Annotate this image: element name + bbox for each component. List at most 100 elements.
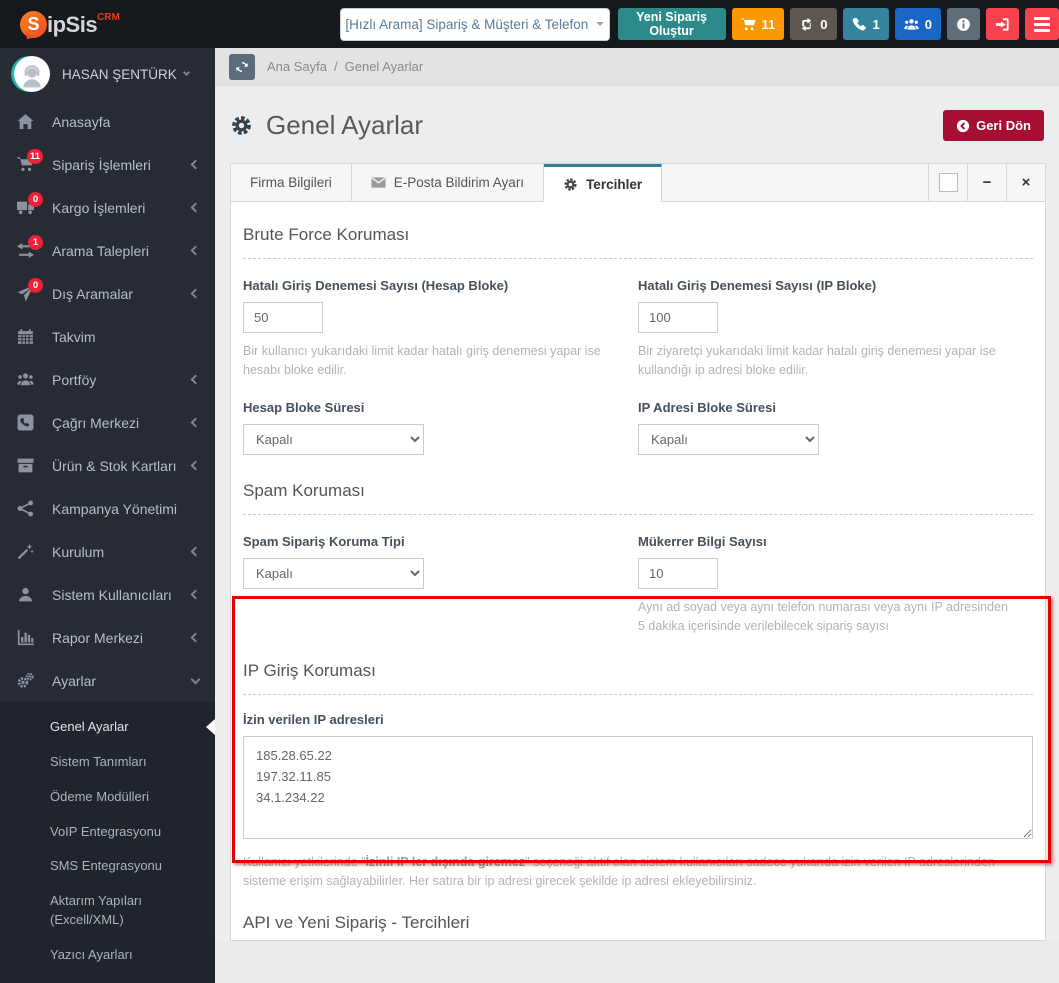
caret-down-icon bbox=[596, 22, 605, 30]
field-label: Mükerrer Bilgi Sayısı bbox=[638, 533, 767, 549]
tab-firma-bilgileri[interactable]: Firma Bilgileri bbox=[231, 164, 352, 201]
repeat-counter-button[interactable]: 0 bbox=[790, 8, 837, 40]
collapse-button[interactable]: − bbox=[967, 164, 1006, 201]
izin-verilen-ip-textarea[interactable]: 185.28.65.22 197.32.11.85 34.1.234.22 bbox=[243, 735, 1033, 839]
truck-icon: 0 bbox=[17, 191, 43, 217]
archive-icon bbox=[17, 457, 39, 475]
divider bbox=[243, 258, 1033, 259]
chevron-left-icon bbox=[190, 245, 201, 256]
spam-koruma-tipi-select[interactable]: Kapalı bbox=[243, 557, 424, 589]
tab-tercihler[interactable]: Tercihler bbox=[544, 164, 663, 202]
phone-count: 1 bbox=[872, 16, 880, 32]
breadcrumb-bar: Ana Sayfa / Genel Ayarlar bbox=[215, 48, 1059, 86]
agent-avatar-icon bbox=[19, 63, 45, 89]
main-content: Ana Sayfa / Genel Ayarlar Genel Ayarlar … bbox=[215, 48, 1059, 941]
settings-card: Firma Bilgileri E-Posta Bildirim Ayarı T… bbox=[230, 163, 1046, 941]
breadcrumb-home[interactable]: Ana Sayfa bbox=[267, 59, 327, 74]
sidebar-item-portfoy[interactable]: Portföy bbox=[0, 358, 215, 401]
sidebar: HASAN ŞENTÜRK Anasayfa 11 Sipariş İşleml… bbox=[0, 48, 215, 983]
cart-count: 11 bbox=[761, 16, 776, 32]
magic-wand-icon bbox=[17, 543, 39, 561]
envelope-icon bbox=[371, 175, 386, 190]
bar-chart-icon bbox=[17, 629, 39, 647]
sidebar-item-rapor-merkezi[interactable]: Rapor Merkezi bbox=[0, 616, 215, 659]
ip-bloke-suresi-select[interactable]: Kapalı bbox=[638, 423, 819, 455]
phone-square-icon bbox=[17, 414, 39, 432]
submenu-item-sistem-tanimlari[interactable]: Sistem Tanımları bbox=[0, 745, 215, 780]
app-logo[interactable]: S ipSis CRM bbox=[0, 10, 203, 38]
user-menu[interactable]: HASAN ŞENTÜRK bbox=[0, 48, 215, 100]
divider bbox=[243, 693, 1033, 695]
close-icon: × bbox=[1021, 174, 1031, 191]
field-label: Hatalı Giriş Denemesi Sayısı (Hesap Blok… bbox=[243, 278, 509, 293]
sidebar-item-takvim[interactable]: Takvim bbox=[0, 315, 215, 358]
logout-button[interactable] bbox=[986, 8, 1019, 40]
field-label: Hatalı Giriş Denemesi Sayısı (IP Bloke) bbox=[638, 278, 877, 293]
sidebar-menu: Anasayfa 11 Sipariş İşlemleri 0 Kargo İş… bbox=[0, 100, 215, 702]
field-label: Spam Sipariş Koruma Tipi bbox=[243, 533, 405, 549]
sidebar-item-cagri-merkezi[interactable]: Çağrı Merkezi bbox=[0, 401, 215, 444]
users-counter-button[interactable]: 0 bbox=[894, 8, 941, 40]
users-icon bbox=[904, 17, 919, 32]
avatar bbox=[14, 56, 50, 92]
sign-out-icon bbox=[995, 17, 1010, 32]
info-button[interactable] bbox=[947, 8, 980, 40]
chevron-left-icon bbox=[190, 417, 201, 428]
tab-eposta-bildirim-ayari[interactable]: E-Posta Bildirim Ayarı bbox=[351, 164, 545, 201]
cart-icon: 11 bbox=[17, 148, 43, 174]
sidebar-item-anasayfa[interactable]: Anasayfa bbox=[0, 100, 215, 143]
field-label: IP Adresi Bloke Süresi bbox=[638, 399, 777, 415]
back-button[interactable]: Geri Dön bbox=[943, 110, 1044, 141]
sidebar-item-kampanya-yonetimi[interactable]: Kampanya Yönetimi bbox=[0, 487, 215, 530]
gear-icon bbox=[563, 177, 578, 192]
close-button[interactable]: × bbox=[1006, 164, 1045, 201]
new-order-button[interactable]: Yeni Sipariş Oluştur bbox=[617, 8, 726, 40]
sidebar-item-arama-talepleri[interactable]: 1 Arama Talepleri bbox=[0, 229, 215, 272]
maximize-icon bbox=[938, 173, 958, 192]
cart-counter-button[interactable]: 11 bbox=[731, 8, 785, 40]
sidebar-item-sistem-kullanicilari[interactable]: Sistem Kullanıcıları bbox=[0, 573, 215, 616]
refresh-button[interactable] bbox=[229, 53, 255, 80]
field-help: Bir kullanıcı yukarıdaki limit kadar hat… bbox=[243, 344, 601, 378]
section-title-api-tercihleri: API ve Yeni Sipariş - Tercihleri bbox=[243, 913, 470, 933]
sidebar-item-kurulum[interactable]: Kurulum bbox=[0, 530, 215, 573]
gears-icon bbox=[17, 672, 39, 690]
logo-bubble-icon: S bbox=[20, 10, 47, 38]
ip-bloke-sayisi-input[interactable] bbox=[638, 302, 718, 333]
chevron-left-icon bbox=[190, 202, 201, 213]
calendar-icon bbox=[17, 328, 39, 346]
refresh-icon bbox=[235, 60, 249, 74]
menu-toggle-button[interactable] bbox=[1025, 8, 1059, 40]
page-header: Genel Ayarlar Geri Dön bbox=[215, 86, 1059, 161]
logo-text: ipSis bbox=[47, 11, 98, 37]
field-label: Hesap Bloke Süresi bbox=[243, 399, 365, 415]
mukerrer-bilgi-sayisi-input[interactable] bbox=[638, 557, 718, 589]
section-title-brute-force: Brute Force Koruması bbox=[243, 225, 410, 244]
breadcrumb-current: Genel Ayarlar bbox=[344, 59, 424, 74]
submenu-item-voip-entegrasyonu[interactable]: VoIP Entegrasyonu bbox=[0, 815, 215, 850]
sidebar-item-ayarlar[interactable]: Ayarlar bbox=[0, 659, 215, 702]
section-title-spam: Spam Koruması bbox=[243, 480, 365, 500]
sidebar-item-siparis-islemleri[interactable]: 11 Sipariş İşlemleri bbox=[0, 143, 215, 186]
submenu-item-genel-ayarlar[interactable]: Genel Ayarlar bbox=[0, 710, 215, 745]
chevron-left-icon bbox=[190, 159, 201, 170]
logo-crm-sup: CRM bbox=[97, 11, 120, 23]
sidebar-item-dis-aramalar[interactable]: 0 Dış Aramalar bbox=[0, 272, 215, 315]
sidebar-item-urun-stok-kartlari[interactable]: Ürün & Stok Kartları bbox=[0, 444, 215, 487]
count-badge: 1 bbox=[28, 234, 43, 250]
submenu-item-odeme-modulleri[interactable]: Ödeme Modülleri bbox=[0, 780, 215, 815]
hesap-bloke-suresi-select[interactable]: Kapalı bbox=[243, 423, 424, 455]
chevron-down-icon bbox=[190, 674, 201, 684]
chevron-circle-left-icon bbox=[956, 119, 970, 133]
section-title-ip-giris: IP Giriş Koruması bbox=[243, 660, 376, 680]
submenu-item-sms-entegrasyonu[interactable]: SMS Entegrasyonu bbox=[0, 849, 215, 884]
phone-counter-button[interactable]: 1 bbox=[842, 8, 889, 40]
count-badge: 11 bbox=[26, 148, 43, 164]
submenu-item-aktarim-yapilari[interactable]: Aktarım Yapıları (Excell/XML) bbox=[0, 884, 215, 938]
sidebar-item-kargo-islemleri[interactable]: 0 Kargo İşlemleri bbox=[0, 186, 215, 229]
submenu-item-yazici-ayarlari[interactable]: Yazıcı Ayarları bbox=[0, 938, 215, 973]
maximize-button[interactable] bbox=[928, 164, 967, 201]
gear-icon bbox=[230, 114, 253, 137]
hesap-bloke-sayisi-input[interactable] bbox=[243, 302, 323, 333]
quick-search-dropdown[interactable]: [Hızlı Arama] Sipariş & Müşteri & Telefo… bbox=[340, 7, 610, 41]
